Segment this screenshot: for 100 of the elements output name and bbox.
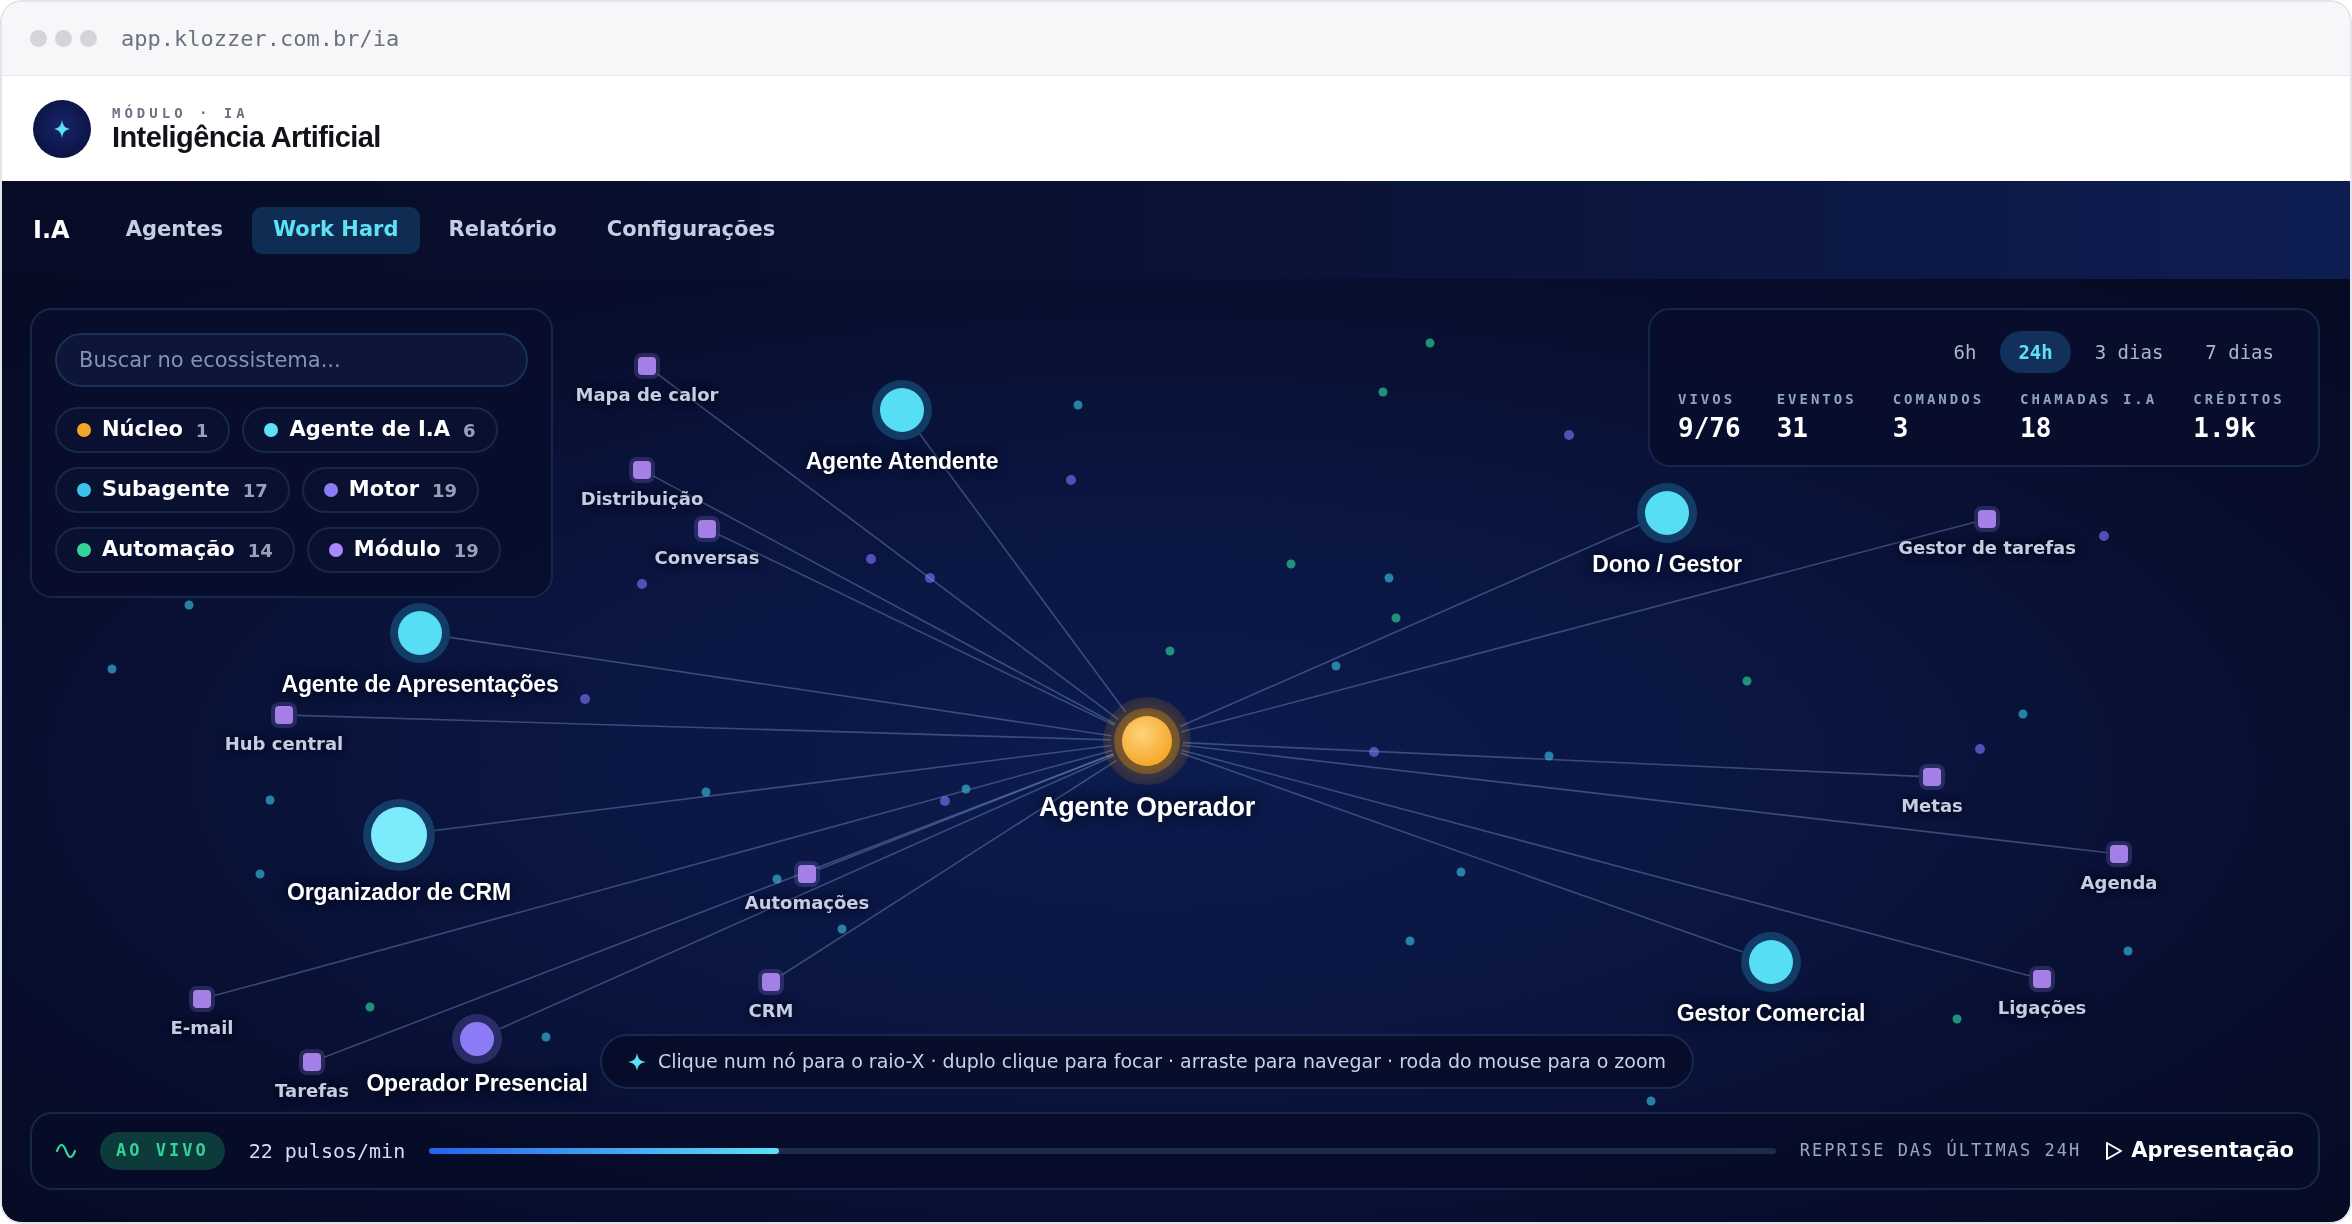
core-node[interactable]: [1103, 697, 1191, 785]
particle-dot: [1286, 559, 1296, 569]
play-icon: [2105, 1141, 2124, 1161]
particle-dot: [580, 694, 590, 704]
module-node[interactable]: [794, 861, 820, 887]
replay-label: REPRISE DAS ÚLTIMAS 24H: [1799, 1138, 2082, 1163]
module-node[interactable]: [2106, 841, 2132, 867]
particle-dot: [866, 554, 876, 564]
filter-chip[interactable]: Módulo 19: [306, 527, 501, 573]
range-tab[interactable]: 24h: [2000, 331, 2071, 373]
module-node[interactable]: [634, 353, 660, 379]
particle-dot: [1165, 646, 1175, 656]
address-bar[interactable]: app.klozzer.com.br/ia: [121, 22, 400, 55]
filter-chip[interactable]: Motor 19: [301, 467, 480, 513]
stat-label: CHAMADAS I.A: [2020, 391, 2158, 407]
particle-dot: [1425, 338, 1435, 348]
stat-value: 3: [1892, 413, 1910, 443]
node-label: Operador Presencial: [366, 1071, 588, 1095]
particle-dot: [255, 869, 265, 879]
stat-label: EVENTOS: [1776, 391, 1857, 407]
particle-dot: [1331, 661, 1341, 671]
live-badge: AO VIVO: [100, 1132, 225, 1170]
particle-dot: [1456, 867, 1466, 877]
particle-dot: [1378, 387, 1388, 397]
node-label: CRM: [748, 1002, 794, 1020]
stat-label: CRÉDITOS: [2193, 391, 2285, 407]
module-node[interactable]: [629, 457, 655, 483]
particle-dot: [1405, 936, 1415, 946]
particle-dot: [961, 784, 971, 794]
module-node[interactable]: [2029, 966, 2055, 992]
module-node[interactable]: [271, 702, 297, 728]
range-tab[interactable]: 7 dias: [2187, 331, 2292, 373]
sparkle-icon: [628, 1052, 646, 1071]
stat-value: 9/76: [1678, 413, 1741, 443]
module-node[interactable]: [1974, 506, 2000, 532]
node-label: Ligações: [1997, 999, 2087, 1017]
particle-dot: [940, 796, 950, 806]
agent-node[interactable]: [390, 603, 450, 663]
node-label: Mapa de calor: [575, 386, 719, 404]
filter-chip[interactable]: Agente de I.A 6: [242, 407, 498, 453]
particle-dot: [1369, 747, 1379, 757]
particle-dot: [265, 795, 275, 805]
module-node[interactable]: [299, 1049, 325, 1075]
stat-value: 31: [1776, 413, 1809, 443]
presentation-button[interactable]: Apresentação: [2105, 1135, 2294, 1167]
stat-label: VIVOS: [1678, 391, 1737, 407]
node-label: Agente Operador: [1039, 793, 1255, 821]
particle-dot: [637, 579, 647, 589]
engine-node[interactable]: [452, 1014, 502, 1064]
particle-dot: [2099, 531, 2109, 541]
node-label: Agente Atendente: [805, 449, 999, 473]
particle-dot: [1391, 613, 1401, 623]
hint-text: Clique num nó para o raio-X · duplo clique para focar · arraste para navegar · roda do mouse para o zoom: [658, 1049, 1667, 1075]
nav-tab[interactable]: Work Hard: [251, 206, 420, 254]
node-label: Distribuição: [580, 490, 704, 508]
search-field[interactable]: Buscar no ecossistema...: [55, 333, 528, 387]
range-tab[interactable]: 6h: [1935, 331, 1995, 373]
stat-value: 18: [2020, 413, 2053, 443]
particle-dot: [1564, 430, 1574, 440]
particle-dot: [1742, 676, 1752, 686]
agent-node[interactable]: [1637, 483, 1697, 543]
node-label: E-mail: [170, 1019, 234, 1037]
particle-dot: [1952, 1014, 1962, 1024]
node-label: Dono / Gestor: [1592, 552, 1742, 576]
range-tab[interactable]: 3 dias: [2076, 331, 2182, 373]
nav-tab[interactable]: Configurações: [585, 206, 797, 254]
node-label: Agenda: [2080, 874, 2158, 892]
agent-node[interactable]: [872, 380, 932, 440]
particle-dot: [1073, 400, 1083, 410]
nav-brand: I.A: [33, 215, 70, 246]
module-node[interactable]: [189, 986, 215, 1012]
node-label: Hub central: [224, 735, 344, 753]
particle-dot: [772, 874, 782, 884]
nav-tab[interactable]: Relatório: [427, 206, 578, 254]
pulse-rate-text: 22 pulsos/min: [248, 1138, 406, 1165]
module-eyebrow: MÓDULO · IA: [112, 104, 250, 121]
module-node[interactable]: [758, 969, 784, 995]
particle-dot: [925, 573, 935, 583]
module-node[interactable]: [1919, 764, 1945, 790]
filter-chip[interactable]: Subagente 17: [55, 467, 290, 513]
particle-dot: [1544, 751, 1554, 761]
node-label: Automações: [744, 894, 870, 912]
node-label: Conversas: [654, 549, 760, 567]
particle-dot: [2018, 709, 2028, 719]
node-label: Gestor Comercial: [1676, 1001, 1866, 1025]
particle-dot: [365, 1002, 375, 1012]
module-node[interactable]: [694, 516, 720, 542]
nav-tab[interactable]: Agentes: [104, 206, 244, 254]
filter-chip[interactable]: Automação 14: [55, 527, 295, 573]
stat-label: COMANDOS: [1892, 391, 1985, 407]
progress-track[interactable]: [429, 1148, 1776, 1154]
agent-node[interactable]: [1741, 932, 1801, 992]
particle-dot: [2123, 946, 2133, 956]
wave-icon: [56, 1144, 76, 1158]
page-title: Inteligência Artificial: [112, 120, 381, 153]
particle-dot: [1646, 1096, 1656, 1106]
particle-dot: [701, 787, 711, 797]
filter-chip[interactable]: Núcleo 1: [55, 407, 231, 453]
agent-node[interactable]: [363, 799, 435, 871]
node-label: Metas: [1901, 797, 1963, 815]
